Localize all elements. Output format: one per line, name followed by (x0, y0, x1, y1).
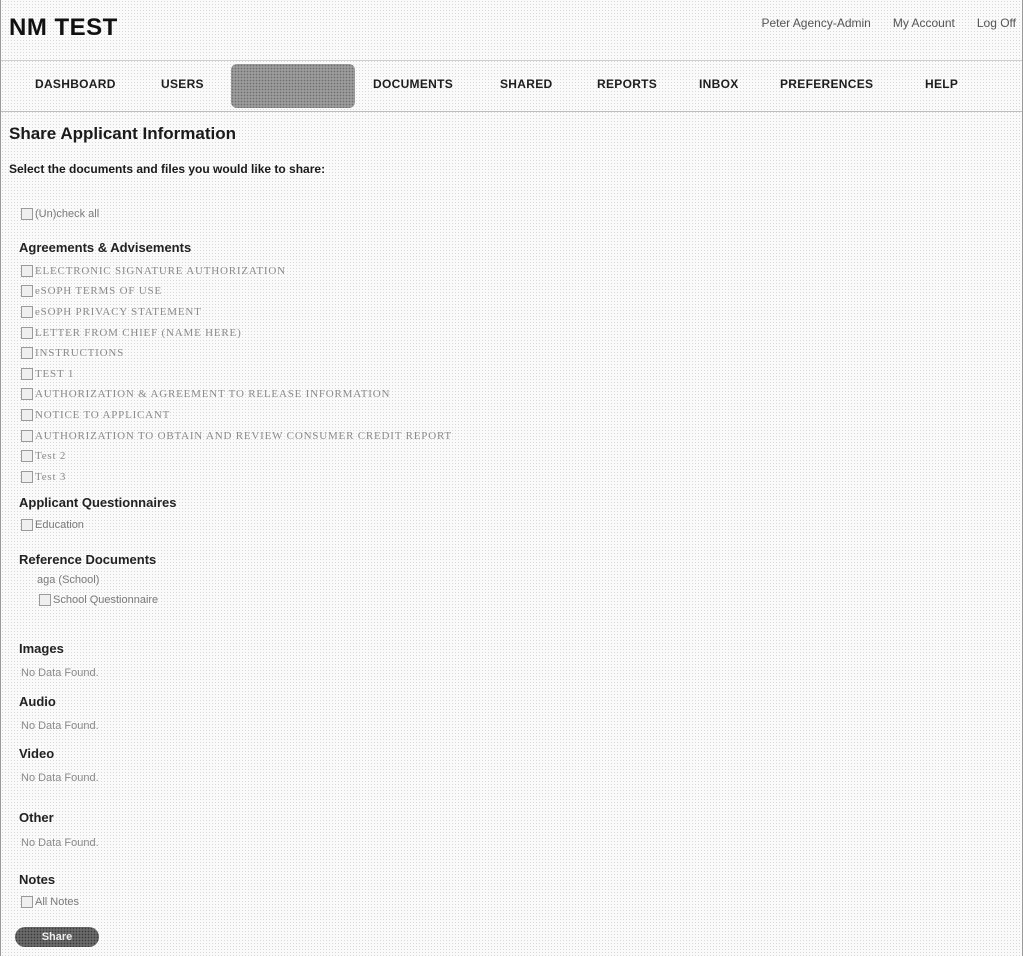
page-title: Share Applicant Information (9, 124, 237, 143)
share-button[interactable]: Share (15, 927, 99, 947)
nav-shared[interactable]: SHARED (500, 77, 552, 91)
document-label: ELECTRONIC SIGNATURE AUTHORIZATION (35, 265, 286, 277)
document-checkbox[interactable] (21, 409, 33, 421)
document-label: AUTHORIZATION TO OBTAIN AND REVIEW CONSU… (35, 430, 452, 442)
document-item[interactable]: NOTICE TO APPLICANT (21, 409, 170, 421)
document-checkbox[interactable] (21, 347, 33, 359)
check-all-row[interactable]: (Un)check all (21, 208, 99, 220)
notes-label: All Notes (35, 896, 80, 908)
document-checkbox[interactable] (21, 450, 33, 462)
section-heading-questionnaires: Applicant Questionnaires (19, 495, 177, 510)
document-item[interactable]: LETTER FROM CHIEF (NAME HERE) (21, 327, 242, 339)
document-item[interactable]: eSOPH TERMS OF USE (21, 285, 162, 297)
document-label: NOTICE TO APPLICANT (35, 409, 171, 421)
document-checkbox[interactable] (21, 388, 33, 400)
check-all-label: (Un)check all (35, 208, 100, 220)
my-account-link[interactable]: My Account (893, 16, 955, 30)
section-heading-images: Images (19, 641, 64, 656)
section-heading-video: Video (19, 746, 55, 761)
reference-item[interactable]: School Questionnaire (39, 594, 158, 606)
nav-dashboard[interactable]: DASHBOARD (35, 77, 116, 91)
check-all-checkbox[interactable] (21, 208, 33, 220)
nav-active-tab[interactable] (231, 64, 355, 108)
video-empty-text: No Data Found. (21, 772, 99, 784)
document-item[interactable]: INSTRUCTIONS (21, 347, 124, 359)
document-label: TEST 1 (35, 368, 75, 380)
document-checkbox[interactable] (21, 471, 33, 483)
document-label: LETTER FROM CHIEF (NAME HERE) (35, 327, 242, 339)
questionnaire-checkbox[interactable] (21, 519, 33, 531)
questionnaire-item[interactable]: Education (21, 519, 84, 531)
section-heading-references: Reference Documents (19, 552, 157, 567)
nav-documents[interactable]: DOCUMENTS (373, 77, 453, 91)
document-checkbox[interactable] (21, 285, 33, 297)
section-heading-other: Other (19, 810, 54, 825)
section-heading-notes: Notes (19, 872, 56, 887)
document-checkbox[interactable] (21, 368, 33, 380)
document-checkbox[interactable] (21, 430, 33, 442)
app-title: NM TEST (9, 14, 118, 41)
nav-reports[interactable]: REPORTS (597, 77, 657, 91)
notes-checkbox[interactable] (21, 896, 33, 908)
notes-item[interactable]: All Notes (21, 896, 79, 908)
document-label: Test 2 (35, 450, 67, 462)
reference-group-label: aga (School) (37, 574, 100, 586)
nav-users[interactable]: USERS (161, 77, 204, 91)
document-label: AUTHORIZATION & AGREEMENT TO RELEASE INF… (35, 388, 391, 400)
document-item[interactable]: Test 3 (21, 471, 66, 483)
document-item[interactable]: TEST 1 (21, 368, 74, 380)
document-label: eSOPH PRIVACY STATEMENT (35, 306, 202, 318)
document-checkbox[interactable] (21, 306, 33, 318)
document-item[interactable]: ELECTRONIC SIGNATURE AUTHORIZATION (21, 265, 286, 277)
section-heading-audio: Audio (19, 694, 56, 709)
user-name-link[interactable]: Peter Agency-Admin (761, 16, 870, 30)
document-label: eSOPH TERMS OF USE (35, 285, 162, 297)
reference-label: School Questionnaire (53, 594, 159, 606)
document-checkbox[interactable] (21, 265, 33, 277)
page: NM TEST Peter Agency-Admin My Account Lo… (0, 0, 1023, 956)
header: NM TEST Peter Agency-Admin My Account Lo… (1, 0, 1022, 52)
main-nav: DASHBOARD USERS DOCUMENTS SHARED REPORTS… (1, 60, 1022, 112)
document-item[interactable]: eSOPH PRIVACY STATEMENT (21, 306, 202, 318)
questionnaire-label: Education (35, 519, 84, 531)
user-links: Peter Agency-Admin My Account Log Off (761, 16, 1016, 30)
document-checkbox[interactable] (21, 327, 33, 339)
document-item[interactable]: Test 2 (21, 450, 66, 462)
document-label: Test 3 (35, 471, 67, 483)
document-item[interactable]: AUTHORIZATION & AGREEMENT TO RELEASE INF… (21, 388, 390, 400)
document-item[interactable]: AUTHORIZATION TO OBTAIN AND REVIEW CONSU… (21, 430, 452, 442)
nav-help[interactable]: HELP (925, 77, 958, 91)
reference-checkbox[interactable] (39, 594, 51, 606)
nav-inbox[interactable]: INBOX (699, 77, 739, 91)
other-empty-text: No Data Found. (21, 837, 99, 849)
images-empty-text: No Data Found. (21, 667, 99, 679)
document-label: INSTRUCTIONS (35, 347, 125, 359)
log-off-link[interactable]: Log Off (977, 16, 1016, 30)
section-heading-agreements: Agreements & Advisements (19, 240, 192, 255)
instruction-text: Select the documents and files you would… (9, 162, 326, 176)
nav-preferences[interactable]: PREFERENCES (780, 77, 873, 91)
audio-empty-text: No Data Found. (21, 720, 99, 732)
